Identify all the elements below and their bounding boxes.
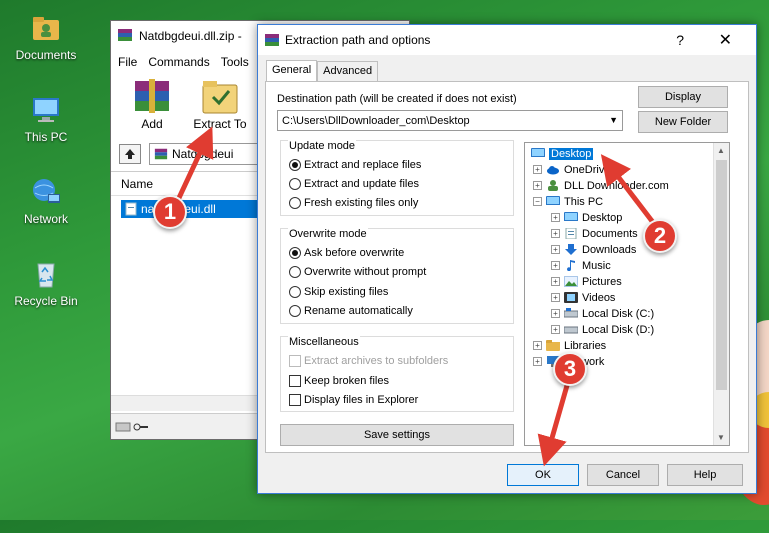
step-3-marker: 3 (553, 352, 587, 386)
arrow-step-1 (175, 126, 214, 202)
arrow-step-2 (600, 154, 657, 227)
annotation-arrows (175, 126, 657, 467)
arrow-step-3 (537, 381, 571, 467)
step-2-marker: 2 (643, 219, 677, 253)
step-1-marker: 1 (153, 195, 187, 229)
